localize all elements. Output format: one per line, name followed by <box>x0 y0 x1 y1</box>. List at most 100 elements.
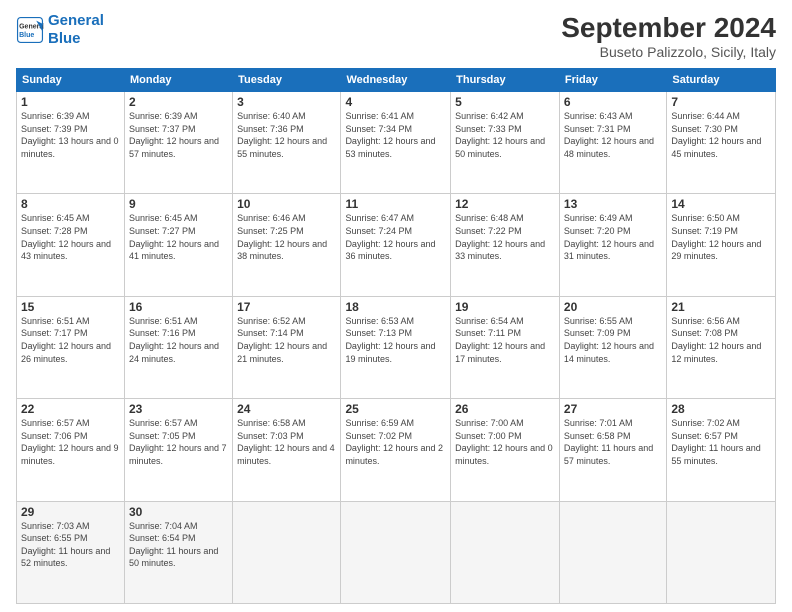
header-saturday: Saturday <box>667 69 776 92</box>
day-info: Sunrise: 6:48 AM Sunset: 7:22 PM Dayligh… <box>455 212 555 262</box>
day-number: 12 <box>455 197 555 211</box>
day-number: 5 <box>455 95 555 109</box>
header: General Blue General Blue September 2024… <box>16 12 776 60</box>
day-info: Sunrise: 6:47 AM Sunset: 7:24 PM Dayligh… <box>345 212 446 262</box>
day-number: 14 <box>671 197 771 211</box>
title-block: September 2024 Buseto Palizzolo, Sicily,… <box>561 12 776 60</box>
day-number: 30 <box>129 505 228 519</box>
day-info: Sunrise: 6:41 AM Sunset: 7:34 PM Dayligh… <box>345 110 446 160</box>
table-row: 8Sunrise: 6:45 AM Sunset: 7:28 PM Daylig… <box>17 194 125 296</box>
day-info: Sunrise: 6:56 AM Sunset: 7:08 PM Dayligh… <box>671 315 771 365</box>
day-number: 17 <box>237 300 336 314</box>
day-info: Sunrise: 6:55 AM Sunset: 7:09 PM Dayligh… <box>564 315 662 365</box>
logo-blue: Blue <box>48 30 81 47</box>
day-info: Sunrise: 6:46 AM Sunset: 7:25 PM Dayligh… <box>237 212 336 262</box>
header-tuesday: Tuesday <box>233 69 341 92</box>
day-number: 22 <box>21 402 120 416</box>
location: Buseto Palizzolo, Sicily, Italy <box>561 44 776 60</box>
calendar-table: Sunday Monday Tuesday Wednesday Thursday… <box>16 68 776 604</box>
calendar-week-row: 22Sunrise: 6:57 AM Sunset: 7:06 PM Dayli… <box>17 399 776 501</box>
table-row: 2Sunrise: 6:39 AM Sunset: 7:37 PM Daylig… <box>124 92 232 194</box>
calendar-week-row: 15Sunrise: 6:51 AM Sunset: 7:17 PM Dayli… <box>17 296 776 398</box>
table-row <box>451 501 560 603</box>
day-number: 24 <box>237 402 336 416</box>
day-info: Sunrise: 6:51 AM Sunset: 7:17 PM Dayligh… <box>21 315 120 365</box>
day-info: Sunrise: 6:51 AM Sunset: 7:16 PM Dayligh… <box>129 315 228 365</box>
table-row: 23Sunrise: 6:57 AM Sunset: 7:05 PM Dayli… <box>124 399 232 501</box>
table-row: 1Sunrise: 6:39 AM Sunset: 7:39 PM Daylig… <box>17 92 125 194</box>
day-number: 13 <box>564 197 662 211</box>
table-row: 19Sunrise: 6:54 AM Sunset: 7:11 PM Dayli… <box>451 296 560 398</box>
logo-general: General <box>48 12 104 29</box>
day-number: 23 <box>129 402 228 416</box>
header-sunday: Sunday <box>17 69 125 92</box>
table-row: 25Sunrise: 6:59 AM Sunset: 7:02 PM Dayli… <box>341 399 451 501</box>
table-row: 26Sunrise: 7:00 AM Sunset: 7:00 PM Dayli… <box>451 399 560 501</box>
day-number: 29 <box>21 505 120 519</box>
table-row: 17Sunrise: 6:52 AM Sunset: 7:14 PM Dayli… <box>233 296 341 398</box>
day-info: Sunrise: 6:39 AM Sunset: 7:37 PM Dayligh… <box>129 110 228 160</box>
day-number: 18 <box>345 300 446 314</box>
table-row <box>667 501 776 603</box>
month-title: September 2024 <box>561 12 776 44</box>
day-number: 27 <box>564 402 662 416</box>
day-info: Sunrise: 6:45 AM Sunset: 7:28 PM Dayligh… <box>21 212 120 262</box>
day-number: 3 <box>237 95 336 109</box>
calendar-week-row: 29Sunrise: 7:03 AM Sunset: 6:55 PM Dayli… <box>17 501 776 603</box>
day-number: 26 <box>455 402 555 416</box>
day-info: Sunrise: 6:42 AM Sunset: 7:33 PM Dayligh… <box>455 110 555 160</box>
day-number: 11 <box>345 197 446 211</box>
table-row <box>233 501 341 603</box>
table-row: 29Sunrise: 7:03 AM Sunset: 6:55 PM Dayli… <box>17 501 125 603</box>
table-row: 16Sunrise: 6:51 AM Sunset: 7:16 PM Dayli… <box>124 296 232 398</box>
day-number: 16 <box>129 300 228 314</box>
logo: General Blue General Blue <box>16 12 104 48</box>
table-row: 4Sunrise: 6:41 AM Sunset: 7:34 PM Daylig… <box>341 92 451 194</box>
day-info: Sunrise: 7:01 AM Sunset: 6:58 PM Dayligh… <box>564 417 662 467</box>
logo-text: General Blue <box>48 12 104 48</box>
table-row: 28Sunrise: 7:02 AM Sunset: 6:57 PM Dayli… <box>667 399 776 501</box>
table-row <box>559 501 666 603</box>
table-row: 24Sunrise: 6:58 AM Sunset: 7:03 PM Dayli… <box>233 399 341 501</box>
table-row: 6Sunrise: 6:43 AM Sunset: 7:31 PM Daylig… <box>559 92 666 194</box>
calendar-page: General Blue General Blue September 2024… <box>0 0 792 612</box>
day-number: 8 <box>21 197 120 211</box>
day-info: Sunrise: 6:50 AM Sunset: 7:19 PM Dayligh… <box>671 212 771 262</box>
table-row: 27Sunrise: 7:01 AM Sunset: 6:58 PM Dayli… <box>559 399 666 501</box>
table-row: 22Sunrise: 6:57 AM Sunset: 7:06 PM Dayli… <box>17 399 125 501</box>
table-row: 9Sunrise: 6:45 AM Sunset: 7:27 PM Daylig… <box>124 194 232 296</box>
day-info: Sunrise: 7:00 AM Sunset: 7:00 PM Dayligh… <box>455 417 555 467</box>
day-info: Sunrise: 7:02 AM Sunset: 6:57 PM Dayligh… <box>671 417 771 467</box>
day-info: Sunrise: 6:52 AM Sunset: 7:14 PM Dayligh… <box>237 315 336 365</box>
day-number: 28 <box>671 402 771 416</box>
table-row: 3Sunrise: 6:40 AM Sunset: 7:36 PM Daylig… <box>233 92 341 194</box>
day-number: 4 <box>345 95 446 109</box>
day-info: Sunrise: 6:39 AM Sunset: 7:39 PM Dayligh… <box>21 110 120 160</box>
header-thursday: Thursday <box>451 69 560 92</box>
day-number: 19 <box>455 300 555 314</box>
table-row: 15Sunrise: 6:51 AM Sunset: 7:17 PM Dayli… <box>17 296 125 398</box>
table-row: 11Sunrise: 6:47 AM Sunset: 7:24 PM Dayli… <box>341 194 451 296</box>
day-info: Sunrise: 6:44 AM Sunset: 7:30 PM Dayligh… <box>671 110 771 160</box>
table-row: 21Sunrise: 6:56 AM Sunset: 7:08 PM Dayli… <box>667 296 776 398</box>
table-row: 12Sunrise: 6:48 AM Sunset: 7:22 PM Dayli… <box>451 194 560 296</box>
day-info: Sunrise: 6:58 AM Sunset: 7:03 PM Dayligh… <box>237 417 336 467</box>
table-row: 30Sunrise: 7:04 AM Sunset: 6:54 PM Dayli… <box>124 501 232 603</box>
day-info: Sunrise: 6:45 AM Sunset: 7:27 PM Dayligh… <box>129 212 228 262</box>
day-number: 1 <box>21 95 120 109</box>
table-row: 20Sunrise: 6:55 AM Sunset: 7:09 PM Dayli… <box>559 296 666 398</box>
day-number: 9 <box>129 197 228 211</box>
day-number: 25 <box>345 402 446 416</box>
calendar-week-row: 1Sunrise: 6:39 AM Sunset: 7:39 PM Daylig… <box>17 92 776 194</box>
table-row: 5Sunrise: 6:42 AM Sunset: 7:33 PM Daylig… <box>451 92 560 194</box>
day-number: 10 <box>237 197 336 211</box>
table-row: 14Sunrise: 6:50 AM Sunset: 7:19 PM Dayli… <box>667 194 776 296</box>
day-number: 7 <box>671 95 771 109</box>
day-info: Sunrise: 7:04 AM Sunset: 6:54 PM Dayligh… <box>129 520 228 570</box>
day-number: 21 <box>671 300 771 314</box>
table-row <box>341 501 451 603</box>
day-info: Sunrise: 7:03 AM Sunset: 6:55 PM Dayligh… <box>21 520 120 570</box>
day-info: Sunrise: 6:49 AM Sunset: 7:20 PM Dayligh… <box>564 212 662 262</box>
day-info: Sunrise: 6:40 AM Sunset: 7:36 PM Dayligh… <box>237 110 336 160</box>
calendar-week-row: 8Sunrise: 6:45 AM Sunset: 7:28 PM Daylig… <box>17 194 776 296</box>
